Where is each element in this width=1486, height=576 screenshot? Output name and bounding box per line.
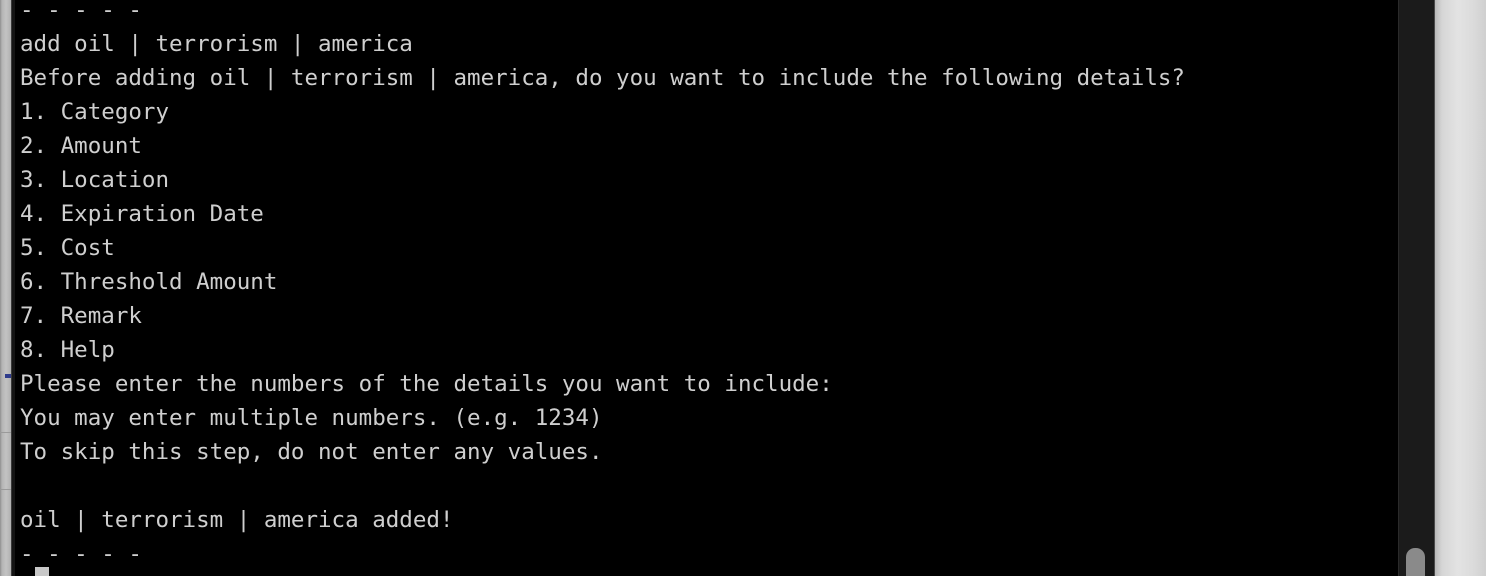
terminal-line: You may enter multiple numbers. (e.g. 12… (20, 405, 603, 431)
terminal-line: Before adding oil | terrorism | america,… (20, 65, 1185, 91)
gutter-seam (0, 489, 11, 490)
terminal-line: Please enter the numbers of the details … (20, 371, 833, 397)
gutter-seam (0, 432, 11, 433)
gutter-change-marker[interactable] (5, 374, 11, 378)
vertical-scrollbar[interactable] (1398, 0, 1434, 576)
terminal-line: add oil | terrorism | america (20, 31, 413, 57)
terminal-window: - - - - - add oil | terrorism | america Be… (0, 0, 1486, 576)
block-cursor (35, 567, 49, 576)
terminal-line: 8. Help (20, 337, 115, 363)
scrollbar-thumb[interactable] (1406, 548, 1425, 576)
terminal-line: 7. Remark (20, 303, 142, 329)
terminal-line: oil | terrorism | america added! (20, 507, 454, 533)
terminal-text-block: - - - - - add oil | terrorism | america Be… (20, 0, 1398, 571)
terminal-line: To skip this step, do not enter any valu… (20, 439, 603, 465)
terminal-line: - - - - - (20, 0, 142, 23)
terminal-line: 3. Location (20, 167, 170, 193)
terminal-line: 4. Expiration Date (20, 201, 264, 227)
terminal-line: 6. Threshold Amount (20, 269, 278, 295)
terminal-output-area[interactable]: - - - - - add oil | terrorism | america Be… (15, 0, 1398, 576)
terminal-line: 1. Category (20, 99, 170, 125)
terminal-line: 5. Cost (20, 235, 115, 261)
editor-gutter[interactable] (0, 0, 11, 576)
right-side-panel (1434, 0, 1486, 576)
terminal-line: 2. Amount (20, 133, 142, 159)
terminal-line: - - - - - (20, 541, 142, 567)
